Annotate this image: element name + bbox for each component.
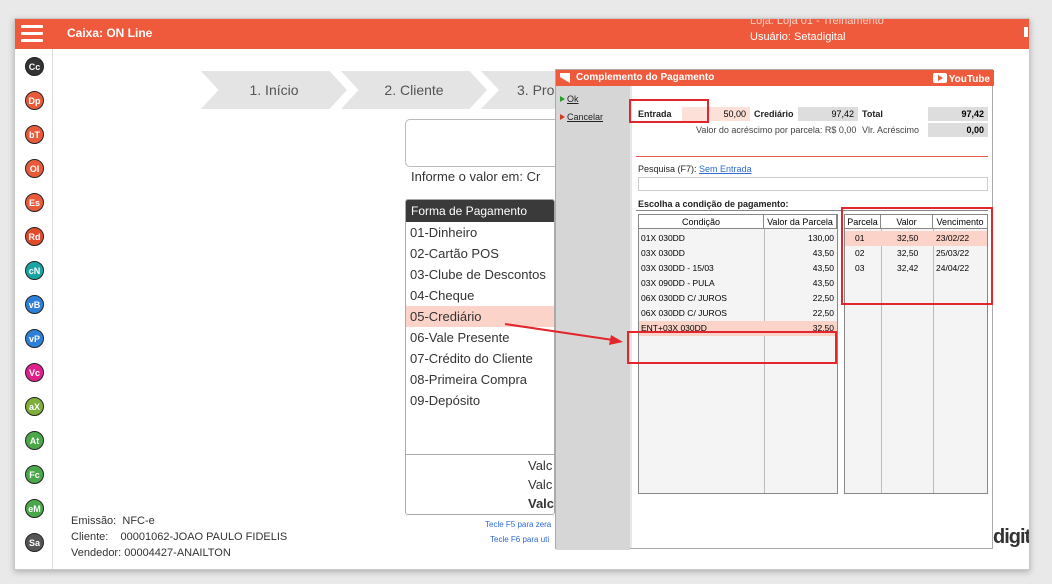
app-window: Caixa: ON Line Loja: Loja 01 - Treinamen… xyxy=(14,18,1030,570)
annotation-arrow xyxy=(504,323,623,345)
